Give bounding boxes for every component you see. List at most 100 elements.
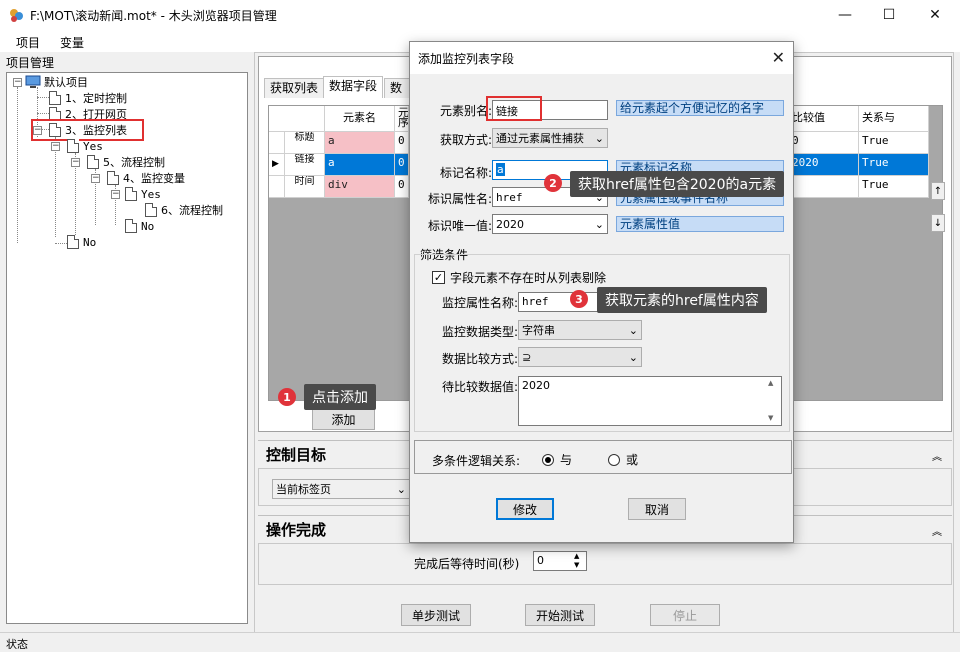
cell-order[interactable]: 0 <box>395 176 409 198</box>
wait-time-label: 完成后等待时间(秒) <box>414 557 520 571</box>
stepper-arrows-icon[interactable]: ▲ ▼ <box>574 552 579 570</box>
stop-button[interactable]: 停止 <box>650 604 720 626</box>
op-done-title: 操作完成 <box>266 521 327 539</box>
col-header-name[interactable]: 元素名 <box>325 106 395 132</box>
tree-item-monitor-var[interactable]: 4、监控变量 <box>107 170 185 186</box>
cell-relation[interactable]: True <box>859 132 929 154</box>
cmp-value: ⊇ <box>522 350 532 364</box>
row-label: 链接 <box>285 154 325 176</box>
tree-item-label: 5、流程控制 <box>103 156 165 169</box>
menu-project[interactable]: 项目 <box>16 34 40 51</box>
tree-item-flow-5[interactable]: 5、流程控制 <box>87 154 165 170</box>
cell-order[interactable]: 0 <box>395 154 409 176</box>
start-test-button[interactable]: 开始测试 <box>525 604 595 626</box>
radio-empty-icon <box>608 453 620 466</box>
window-title: F:\MOT\滚动新闻.mot* - 木头浏览器项目管理 <box>30 9 277 23</box>
mon-type-select[interactable]: 字符串 ⌄ <box>518 320 642 340</box>
target-select[interactable]: 当前标签页 ⌄ <box>272 479 410 499</box>
alias-hint: 给元素起个方便记忆的名字 <box>616 100 784 116</box>
maximize-button[interactable]: ☐ <box>866 0 912 30</box>
logic-or-label: 或 <box>626 453 639 467</box>
dialog-close-icon[interactable]: ✕ <box>772 48 785 67</box>
monitor-icon <box>25 75 41 88</box>
cmp-label: 数据比较方式: <box>441 352 518 366</box>
scroll-down-icon[interactable]: ▼ <box>768 414 773 422</box>
logic-or-radio[interactable]: 或 <box>608 451 638 468</box>
collapse-var-toggle[interactable]: − <box>91 174 100 183</box>
tree-item-timer[interactable]: 1、定时控制 <box>49 90 127 106</box>
cancel-button[interactable]: 取消 <box>628 498 686 520</box>
tree-item-no-2[interactable]: No <box>67 234 96 250</box>
cell-relation[interactable]: True <box>859 176 929 198</box>
chevron-up-icon[interactable]: ︽ <box>932 448 942 463</box>
cell-order[interactable]: 0 <box>395 132 409 154</box>
move-up-button[interactable]: ↑ <box>931 182 945 200</box>
tree-root[interactable]: 默认项目 <box>25 74 88 90</box>
cmp-select[interactable]: ⊇ ⌄ <box>518 347 642 367</box>
unique-select[interactable]: 2020 ⌄ <box>492 214 608 234</box>
tree-item-no[interactable]: No <box>125 218 154 234</box>
tree-item-label: 6、流程控制 <box>161 204 223 217</box>
unique-select-value: 2020 <box>496 217 524 231</box>
tab-data-fields[interactable]: 数据字段 <box>323 76 384 98</box>
cell-name[interactable]: div <box>325 176 395 198</box>
checkbox-checked-icon: ✓ <box>432 271 445 284</box>
cell-compare[interactable]: 2020 <box>789 154 859 176</box>
col-header-relation[interactable]: 关系与 <box>859 106 929 132</box>
mon-type-value: 字符串 <box>522 324 555 337</box>
row-label: 标题 <box>285 132 325 154</box>
filter-checkbox[interactable]: ✓ 字段元素不存在时从列表剔除 <box>432 269 606 286</box>
scroll-up-icon[interactable]: ▲ <box>768 379 773 387</box>
cell-name[interactable]: a <box>325 132 395 154</box>
tree-item-yes-2[interactable]: Yes <box>125 186 161 202</box>
unique-label: 标识唯一值: <box>427 219 492 233</box>
cell-compare[interactable]: 0 <box>789 132 859 154</box>
tab-get-list[interactable]: 获取列表 <box>264 78 325 98</box>
method-label: 获取方式: <box>439 133 492 147</box>
add-button[interactable]: 添加 <box>312 408 375 430</box>
chevron-down-icon: ⌄ <box>396 482 406 496</box>
app-logo-icon <box>10 9 23 22</box>
tree-item-label: No <box>83 235 97 249</box>
document-icon <box>145 203 157 217</box>
document-icon <box>125 219 137 233</box>
row-selected-marker: ▶ <box>269 154 285 176</box>
pending-textarea[interactable]: 2020 <box>518 376 782 426</box>
project-tree[interactable]: − 默认项目 1、定时控制 2、打开网页 − 3、监控列表 − Yes − 5、… <box>6 72 248 624</box>
method-select-value: 通过元素属性捕获 <box>496 132 584 145</box>
minimize-button[interactable]: — <box>822 0 868 30</box>
cell-name[interactable]: a <box>325 154 395 176</box>
collapse-root-toggle[interactable]: − <box>13 78 22 87</box>
tree-item-yes[interactable]: Yes <box>67 138 103 154</box>
attr-select-value: href <box>496 190 523 204</box>
move-down-button[interactable]: ↓ <box>931 214 945 232</box>
collapse-yes2-toggle[interactable]: − <box>111 190 120 199</box>
row-label: 时间 <box>285 176 325 198</box>
cell-compare[interactable] <box>789 176 859 198</box>
mon-type-label: 监控数据类型: <box>441 325 518 339</box>
chevron-up-icon[interactable]: ︽ <box>932 523 942 538</box>
menu-variable[interactable]: 变量 <box>60 34 84 51</box>
chevron-down-icon: ⌄ <box>594 217 604 231</box>
highlight-box <box>486 96 542 121</box>
filter-checkbox-label: 字段元素不存在时从列表剔除 <box>450 271 607 285</box>
cell-relation[interactable]: True <box>859 154 929 176</box>
collapse-yes-toggle[interactable]: − <box>51 142 60 151</box>
control-target-title: 控制目标 <box>266 446 327 464</box>
tab-more[interactable]: 数 <box>384 78 410 98</box>
tag-label: 标记名称: <box>439 166 492 180</box>
pending-label: 待比较数据值: <box>441 380 518 394</box>
method-select[interactable]: 通过元素属性捕获 ⌄ <box>492 128 608 148</box>
chevron-down-icon: ⌄ <box>594 131 604 145</box>
col-header-order[interactable]: 元 序 <box>395 106 409 132</box>
modify-button[interactable]: 修改 <box>496 498 554 520</box>
step-test-button[interactable]: 单步测试 <box>401 604 471 626</box>
close-button[interactable]: ✕ <box>912 0 958 30</box>
col-header-compare[interactable]: 比较值 <box>789 106 859 132</box>
logic-and-radio[interactable]: 与 <box>542 451 572 468</box>
chevron-down-icon: ⌄ <box>628 350 638 364</box>
document-icon <box>49 91 61 105</box>
document-icon <box>67 139 79 153</box>
collapse-flow-toggle[interactable]: − <box>71 158 80 167</box>
tree-item-flow-6[interactable]: 6、流程控制 <box>145 202 223 218</box>
